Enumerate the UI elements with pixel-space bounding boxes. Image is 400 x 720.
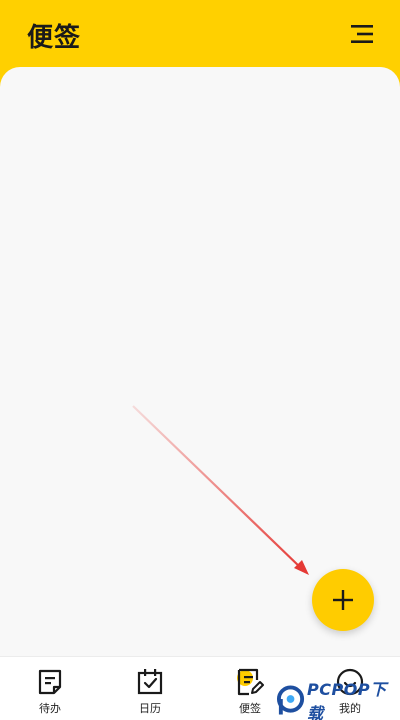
menu-button[interactable] [346, 20, 378, 48]
plus-icon [333, 590, 353, 610]
pcpop-logo-icon [276, 685, 305, 715]
nav-label-calendar: 日历 [139, 702, 161, 715]
nav-label-todo: 待办 [39, 702, 61, 715]
nav-label-notes: 便签 [239, 702, 261, 715]
add-note-button[interactable] [312, 569, 374, 631]
watermark-text: PCPOP下载 [307, 680, 387, 720]
app-header: 便签 [0, 0, 400, 72]
calendar-check-icon [137, 669, 163, 695]
nav-item-todo[interactable]: 待办 [0, 657, 100, 720]
watermark: PCPOP下载 [276, 680, 400, 720]
todo-note-icon [38, 669, 62, 695]
menu-lines-icon [351, 25, 373, 43]
nav-item-calendar[interactable]: 日历 [100, 657, 200, 720]
page-title: 便签 [27, 23, 82, 53]
sticky-note-edit-icon [237, 668, 264, 696]
